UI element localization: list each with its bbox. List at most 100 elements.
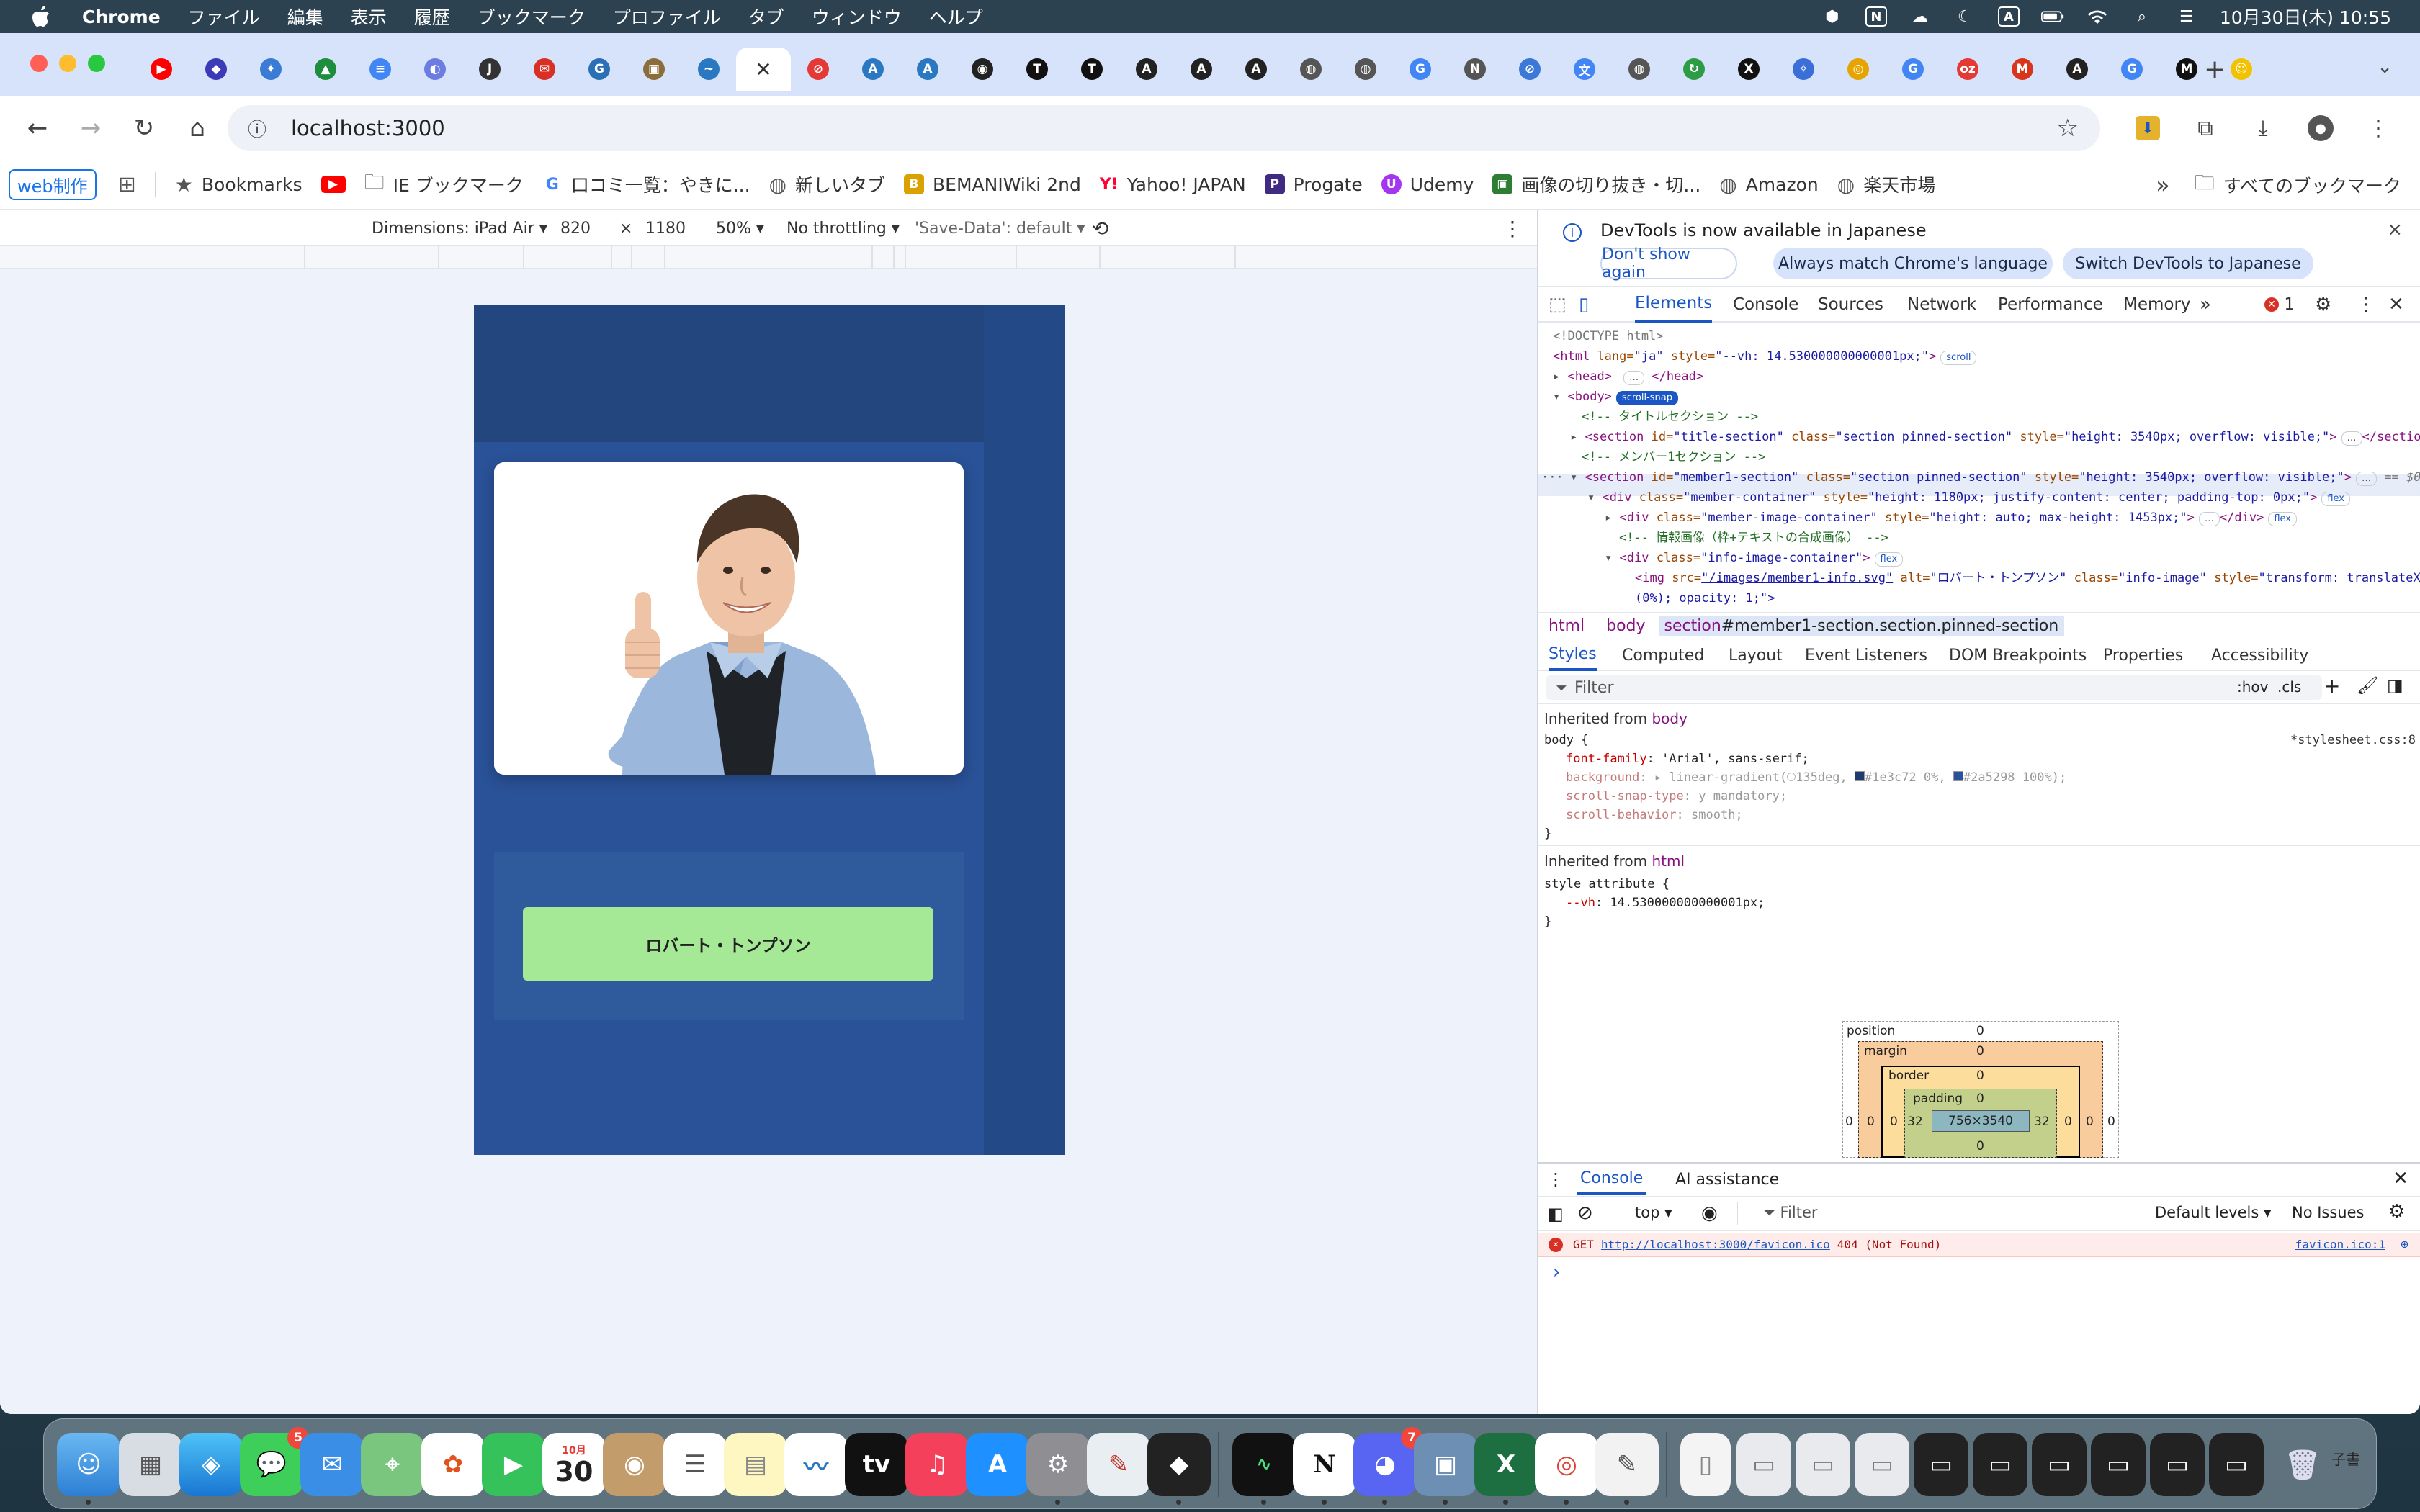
browser-tab[interactable]: ✧	[1776, 48, 1831, 90]
search-web-icon[interactable]: ⊕	[2401, 1237, 2408, 1252]
save-data-select[interactable]: 'Save-Data': default ▾	[915, 210, 1085, 246]
browser-tab[interactable]: ▶	[134, 48, 189, 90]
style-prop-vh[interactable]: --vh: 14.530000000000001px;	[1566, 896, 1765, 910]
dom-html-node[interactable]: <html lang="ja" style="--vh: 14.53000000…	[1553, 346, 1977, 366]
subtab-layout[interactable]: Layout	[1729, 639, 1783, 671]
browser-tab[interactable]: oz	[1940, 48, 1995, 90]
more-bookmarks-chevron-icon[interactable]: »	[2156, 171, 2170, 199]
bookmark-udemy[interactable]: U Udemy	[1381, 174, 1474, 195]
subtab-accessibility[interactable]: Accessibility	[2211, 639, 2308, 671]
inherited-element-link[interactable]: html	[1652, 852, 1685, 870]
device-width-input[interactable]: 820	[560, 210, 591, 246]
dom-info-image-container-node[interactable]: ▾ <div class="info-image-container"> flex	[1605, 548, 1904, 568]
devtools-menu-icon[interactable]: ⋮	[2357, 287, 2375, 323]
angle-swatch-icon[interactable]	[1787, 773, 1796, 781]
style-prop-font-family[interactable]: font-family: 'Arial', sans-serif;	[1566, 752, 1809, 766]
match-language-button[interactable]: Always match Chrome's language	[1773, 248, 2053, 279]
browser-tab[interactable]: N	[1448, 48, 1502, 90]
collapsed-ellipsis[interactable]: …	[2341, 431, 2362, 446]
screenshot-thumb-icon[interactable]: ▭	[2209, 1433, 2264, 1496]
moon-icon[interactable]: ☾	[1953, 6, 1976, 27]
tab-sources[interactable]: Sources	[1818, 287, 1883, 323]
browser-tab[interactable]: ⊘	[791, 48, 846, 90]
dom-comment[interactable]: <!-- メンバー1セクション -->	[1582, 447, 1765, 467]
dom-body-node[interactable]: ▾ <body> scroll-snap	[1553, 387, 1678, 407]
site-info-icon[interactable]: ⓘ	[248, 115, 272, 142]
new-tab-button[interactable]: +	[2204, 55, 2226, 84]
menu-profiles[interactable]: プロファイル	[613, 4, 721, 30]
breadcrumb-selected[interactable]: section#member1-section.section.pinned-s…	[1658, 615, 2065, 636]
bookmark-ie[interactable]: 🗀 IE ブックマーク	[364, 167, 524, 202]
bookmark-reviews[interactable]: G 口コミ一覧：やきに...	[542, 171, 750, 197]
log-levels-select[interactable]: Default levels ▾	[2155, 1204, 2272, 1221]
expand-triangle-icon[interactable]: ▸	[1654, 770, 1662, 785]
menu-bookmarks[interactable]: ブックマーク	[478, 4, 586, 30]
browser-tab[interactable]: G	[2105, 48, 2159, 90]
dont-show-again-button[interactable]: Don't show again	[1600, 246, 1737, 282]
dom-member-container-node[interactable]: ▾ <div class="member-container" style="h…	[1587, 487, 2350, 508]
cube-status-icon[interactable]: ⬢	[1821, 6, 1844, 27]
screenshot-thumb-icon[interactable]: ▭	[1914, 1433, 1968, 1496]
bookmark-yahoo[interactable]: Y! Yahoo! JAPAN	[1100, 174, 1246, 195]
expand-triangle-icon[interactable]: ▸	[1553, 369, 1560, 384]
textedit-icon[interactable]: ✎	[1595, 1433, 1659, 1505]
rule-selector[interactable]: body {	[1544, 733, 1588, 747]
cloud-sync-icon[interactable]: ☁	[1909, 6, 1932, 27]
paint-brush-icon[interactable]: 🖌	[2357, 675, 2378, 696]
music-icon[interactable]: ♫	[905, 1433, 969, 1496]
color-swatch[interactable]	[1855, 771, 1865, 781]
excel-icon[interactable]: X	[1474, 1433, 1538, 1505]
style-prop-scroll-behavior[interactable]: scroll-behavior: smooth;	[1566, 808, 1743, 822]
style-prop-scroll-snap-type[interactable]: scroll-snap-type: y mandatory;	[1566, 789, 1787, 804]
bookmark-progate[interactable]: P Progate	[1264, 174, 1363, 195]
styles-filter-input[interactable]: ⏷ Filter	[1546, 675, 2322, 700]
menu-tab[interactable]: タブ	[748, 4, 784, 30]
preview-icon[interactable]: ▣	[1414, 1433, 1477, 1505]
menu-edit[interactable]: 編集	[287, 4, 323, 30]
collapsed-ellipsis[interactable]: …	[1623, 371, 1645, 385]
close-banner-icon[interactable]: ×	[2387, 219, 2403, 240]
switch-language-button[interactable]: Switch DevTools to Japanese	[2063, 248, 2313, 279]
bookmark-rakuten[interactable]: ◍ 楽天市場	[1837, 171, 1935, 197]
elements-dom-tree[interactable]: <!DOCTYPE html> <html lang="ja" style="-…	[1538, 324, 2420, 612]
browser-tab[interactable]: ∼	[681, 48, 736, 90]
bookmark-image-crop[interactable]: ▣ 画像の切り抜き・切...	[1492, 171, 1700, 197]
browser-tab[interactable]: A	[1119, 48, 1174, 90]
home-button[interactable]: ⌂	[176, 107, 219, 150]
issues-count[interactable]: No Issues	[2292, 1204, 2364, 1221]
cls-toggle[interactable]: .cls	[2277, 678, 2301, 696]
screenshot-thumb-icon[interactable]: ▭	[2150, 1433, 2205, 1496]
document-stack-icon[interactable]: ▯	[1680, 1433, 1731, 1496]
forward-button[interactable]: →	[69, 107, 112, 150]
drawer-tab-ai-assistance[interactable]: AI assistance	[1675, 1164, 1779, 1195]
launchpad-icon[interactable]: ▦	[119, 1433, 182, 1496]
zoom-select[interactable]: 50% ▾	[716, 210, 764, 246]
subtab-dom-breakpoints[interactable]: DOM Breakpoints	[1949, 639, 2087, 671]
flex-badge[interactable]: flex	[1874, 552, 1904, 567]
browser-tab[interactable]: ◍	[1283, 48, 1338, 90]
browser-tab[interactable]: ≡	[353, 48, 408, 90]
collapse-triangle-icon[interactable]: ▾	[1553, 390, 1560, 404]
screenshot-thumb-icon[interactable]: ▭	[2091, 1433, 2146, 1496]
browser-tab[interactable]: A	[2050, 48, 2105, 90]
bookmark-youtube[interactable]: ▶	[321, 176, 346, 193]
scroll-snap-badge[interactable]: scroll-snap	[1615, 391, 1678, 405]
breadcrumb-body[interactable]: body	[1606, 617, 1645, 635]
browser-tab[interactable]: A	[846, 48, 900, 90]
scroll-badge[interactable]: scroll	[1940, 351, 1977, 365]
input-source-icon[interactable]: A	[1997, 6, 2020, 27]
clear-console-icon[interactable]: ⊘	[1577, 1202, 1593, 1224]
browser-tab[interactable]: ✉	[517, 48, 572, 90]
control-center-icon[interactable]: ☰	[2175, 6, 2198, 27]
console-prompt[interactable]: ›	[1553, 1261, 1560, 1283]
browser-tab[interactable]: A	[900, 48, 955, 90]
browser-tab[interactable]: 文	[1557, 48, 1612, 90]
menu-file[interactable]: ファイル	[188, 4, 260, 30]
bookmark-star-icon[interactable]: ☆	[2057, 114, 2079, 143]
reload-button[interactable]: ↻	[122, 107, 166, 150]
bookmark-folder-web[interactable]: web制作	[9, 168, 97, 200]
browser-tab[interactable]: X	[1721, 48, 1776, 90]
tab-performance[interactable]: Performance	[1998, 287, 2103, 323]
browser-tab[interactable]: ◍	[1612, 48, 1667, 90]
screenshot-thumb-icon[interactable]: ▭	[1855, 1433, 1909, 1496]
